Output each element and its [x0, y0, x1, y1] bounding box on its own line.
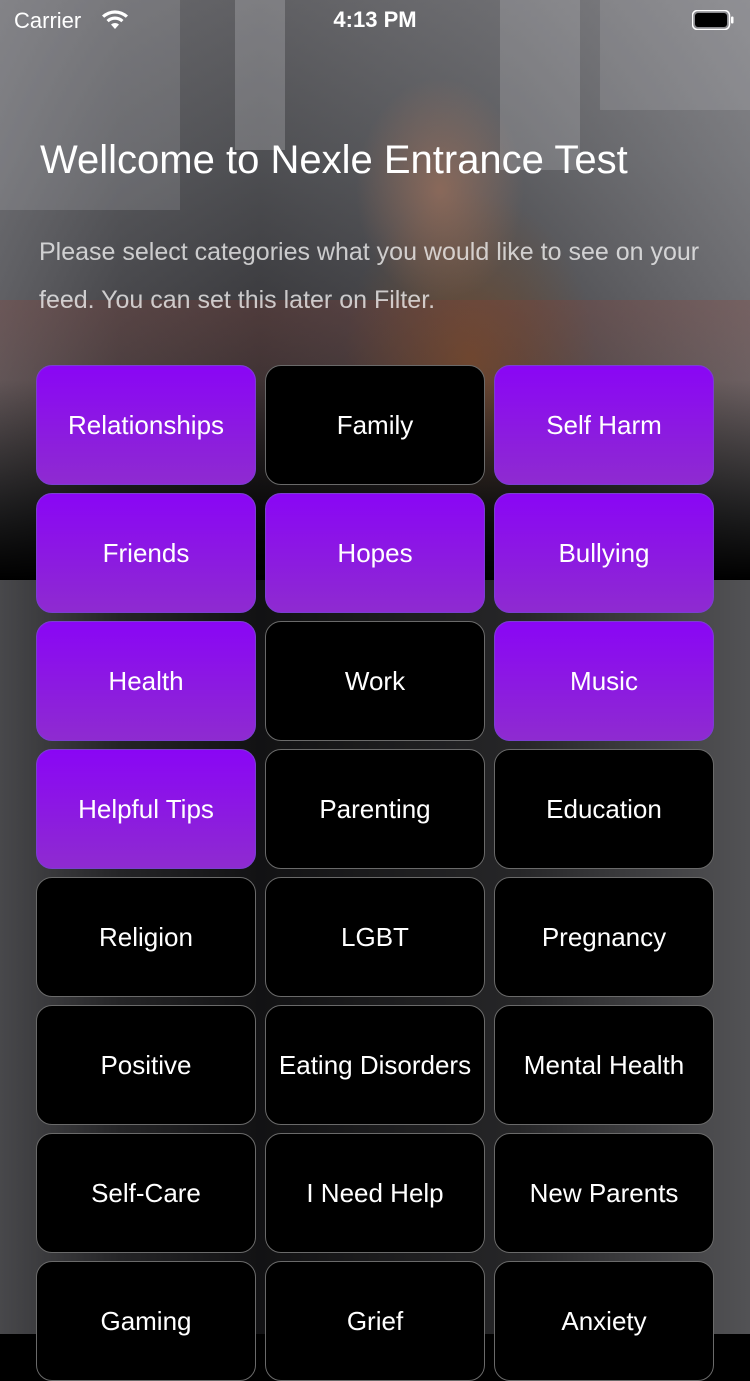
category-bullying[interactable]: Bullying — [494, 493, 714, 613]
page-subtitle: Please select categories what you would … — [39, 238, 700, 314]
category-friends[interactable]: Friends — [36, 493, 256, 613]
category-mental-health[interactable]: Mental Health — [494, 1005, 714, 1125]
category-self-harm[interactable]: Self Harm — [494, 365, 714, 485]
category-religion[interactable]: Religion — [36, 877, 256, 997]
category-relationships[interactable]: Relationships — [36, 365, 256, 485]
battery-icon — [692, 10, 734, 30]
category-grief[interactable]: Grief — [265, 1261, 485, 1381]
category-gaming[interactable]: Gaming — [36, 1261, 256, 1381]
category-pregnancy[interactable]: Pregnancy — [494, 877, 714, 997]
category-music[interactable]: Music — [494, 621, 714, 741]
category-i-need-help[interactable]: I Need Help — [265, 1133, 485, 1253]
category-lgbt[interactable]: LGBT — [265, 877, 485, 997]
category-new-parents[interactable]: New Parents — [494, 1133, 714, 1253]
category-self-care[interactable]: Self-Care — [36, 1133, 256, 1253]
status-time: 4:13 PM — [333, 7, 417, 32]
category-parenting[interactable]: Parenting — [265, 749, 485, 869]
category-eating-disorders[interactable]: Eating Disorders — [265, 1005, 485, 1125]
category-grid: Relationships Family Self Harm Friends H… — [36, 365, 714, 1381]
category-anxiety[interactable]: Anxiety — [494, 1261, 714, 1381]
category-helpful-tips[interactable]: Helpful Tips — [36, 749, 256, 869]
category-positive[interactable]: Positive — [36, 1005, 256, 1125]
category-family[interactable]: Family — [265, 365, 485, 485]
category-health[interactable]: Health — [36, 621, 256, 741]
category-education[interactable]: Education — [494, 749, 714, 869]
category-hopes[interactable]: Hopes — [265, 493, 485, 613]
category-work[interactable]: Work — [265, 621, 485, 741]
status-bar: Carrier 4:13 PM — [0, 0, 750, 40]
page-title: Wellcome to Nexle Entrance Test — [40, 138, 628, 182]
